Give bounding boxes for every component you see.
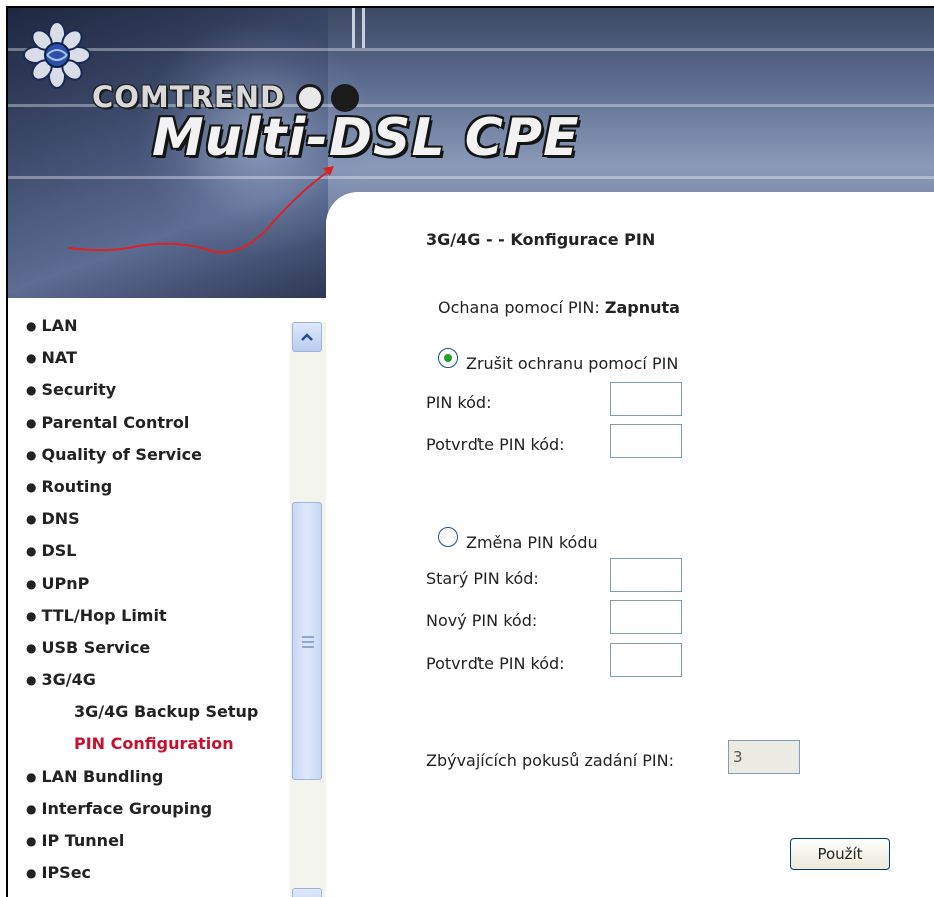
bullet-icon: ●	[26, 544, 37, 559]
sidebar-item-label: PIN Configuration	[74, 734, 234, 754]
sidebar-item-lan-bundling[interactable]: ● LAN Bundling	[26, 761, 296, 793]
sidebar-item-dsl[interactable]: ● DSL	[26, 535, 296, 567]
bullet-icon: ●	[26, 769, 37, 784]
disable-pin-radio-label: Zrušit ochranu pomocí PIN	[466, 354, 679, 373]
sidebar-item-label: Interface Grouping	[41, 798, 213, 818]
sidebar-item-label: LAN Bundling	[41, 766, 164, 786]
sidebar-item-security[interactable]: ● Security	[26, 374, 296, 406]
comtrend-logo-icon	[23, 21, 91, 89]
sidebar-item-label: UPnP	[41, 573, 90, 593]
sidebar-item-label: IP Tunnel	[41, 831, 125, 850]
new-pin-label: Nový PIN kód:	[426, 611, 538, 630]
sidebar-item-ttl-hop-limit[interactable]: ● TTL/Hop Limit	[26, 600, 296, 632]
banner-stripe	[8, 48, 934, 51]
sidebar-item-label: LAN	[41, 316, 78, 335]
sidebar-item-label: Routing	[41, 476, 113, 496]
sidebar-item-parental-control[interactable]: ● Parental Control	[26, 407, 296, 439]
sidebar-item-label: IPSec	[41, 863, 92, 883]
bullet-icon: ●	[26, 608, 37, 623]
apply-button[interactable]: Použít	[790, 838, 890, 870]
sidebar-item-lan[interactable]: ● LAN	[26, 310, 296, 342]
new-pin-input[interactable]	[610, 600, 682, 634]
remaining-attempts-label: Zbývajících pokusů zadání PIN:	[426, 751, 674, 770]
bullet-icon: ●	[26, 866, 37, 881]
sidebar-item-ip-tunnel[interactable]: ● IP Tunnel	[26, 825, 296, 857]
remaining-attempts-field	[728, 740, 800, 774]
sidebar-item-nat[interactable]: ● NAT	[26, 342, 296, 374]
change-pin-radio-label: Změna PIN kódu	[466, 533, 598, 552]
confirm-new-pin-label: Potvrďte PIN kód:	[426, 654, 565, 673]
banner-line	[352, 8, 355, 48]
sidebar-item-label: DSL	[41, 541, 77, 561]
bullet-icon: ●	[26, 447, 37, 462]
pin-protection-status: Ochana pomocí PIN: Zapnuta	[438, 298, 680, 317]
pin-code-input[interactable]	[610, 382, 682, 416]
bullet-icon: ●	[26, 640, 37, 655]
sidebar-item-label: 3G/4G	[41, 670, 96, 690]
sidebar-item-routing[interactable]: ● Routing	[26, 471, 296, 503]
bullet-icon: ●	[26, 673, 37, 688]
sidebar-item-quality-of-service[interactable]: ● Quality of Service	[26, 439, 296, 471]
sidebar-item-dns[interactable]: ● DNS	[26, 503, 296, 535]
page-title: 3G/4G - - Konfigurace PIN	[426, 230, 656, 249]
sidebar-item-label: Quality of Service	[41, 444, 202, 464]
sidebar-item-label: TTL/Hop Limit	[41, 605, 167, 625]
confirm-pin-input[interactable]	[610, 424, 682, 458]
grip-line	[302, 641, 314, 643]
old-pin-input[interactable]	[610, 558, 682, 592]
sidebar-menu: ● LAN ● NAT ● Security ● Parental Control ● Q…	[26, 310, 296, 889]
scroll-up-button[interactable]	[292, 322, 322, 352]
sidebar-item-label: USB Service	[41, 637, 151, 657]
confirm-pin-label: Potvrďte PIN kód:	[426, 435, 565, 454]
old-pin-label: Starý PIN kód:	[426, 569, 539, 588]
sidebar-item-interface-grouping[interactable]: ● Interface Grouping	[26, 793, 296, 825]
disable-pin-radio[interactable]	[438, 348, 458, 368]
sidebar-item-label: NAT	[41, 348, 77, 368]
sidebar-item-label: Security	[41, 380, 117, 400]
sidebar-scrollbar[interactable]	[290, 322, 326, 897]
confirm-new-pin-input[interactable]	[610, 643, 682, 677]
status-value: Zapnuta	[604, 298, 680, 317]
radio-selected-dot	[444, 354, 452, 362]
status-label: Ochana pomocí PIN:	[438, 298, 600, 317]
sidebar-item-label: Parental Control	[41, 412, 190, 432]
chevron-up-icon	[301, 333, 313, 341]
bullet-icon: ●	[26, 415, 37, 430]
bullet-icon: ●	[26, 319, 37, 333]
bullet-icon: ●	[26, 576, 37, 591]
sidebar-item-upnp[interactable]: ● UPnP	[26, 568, 296, 600]
bullet-icon: ●	[26, 834, 37, 848]
grip-line	[302, 646, 314, 648]
sidebar-subitem-pin-configuration[interactable]: PIN Configuration	[26, 728, 296, 760]
bullet-icon: ●	[26, 351, 37, 366]
bullet-icon: ●	[26, 512, 37, 527]
banner-line	[362, 8, 365, 48]
pin-code-label: PIN kód:	[426, 393, 492, 412]
sidebar-subitem-3g-4g-backup-setup[interactable]: 3G/4G Backup Setup	[26, 696, 296, 728]
grip-line	[302, 636, 314, 638]
bullet-icon: ●	[26, 801, 37, 816]
red-arrow-graphic	[68, 166, 334, 254]
scroll-down-button[interactable]	[292, 888, 322, 897]
bullet-icon: ●	[26, 479, 37, 494]
change-pin-radio[interactable]	[438, 527, 458, 547]
sidebar-item-ipsec[interactable]: ● IPSec	[26, 857, 296, 889]
bullet-icon: ●	[26, 383, 37, 398]
sidebar-item-usb-service[interactable]: ● USB Service	[26, 632, 296, 664]
sidebar: ● LAN ● NAT ● Security ● Parental Control ● Q…	[8, 298, 326, 897]
scroll-thumb[interactable]	[292, 502, 322, 780]
sidebar-item-label: 3G/4G Backup Setup	[74, 702, 259, 722]
sidebar-item-label: DNS	[41, 509, 80, 529]
sidebar-item-3g-4g[interactable]: ● 3G/4G	[26, 664, 296, 696]
